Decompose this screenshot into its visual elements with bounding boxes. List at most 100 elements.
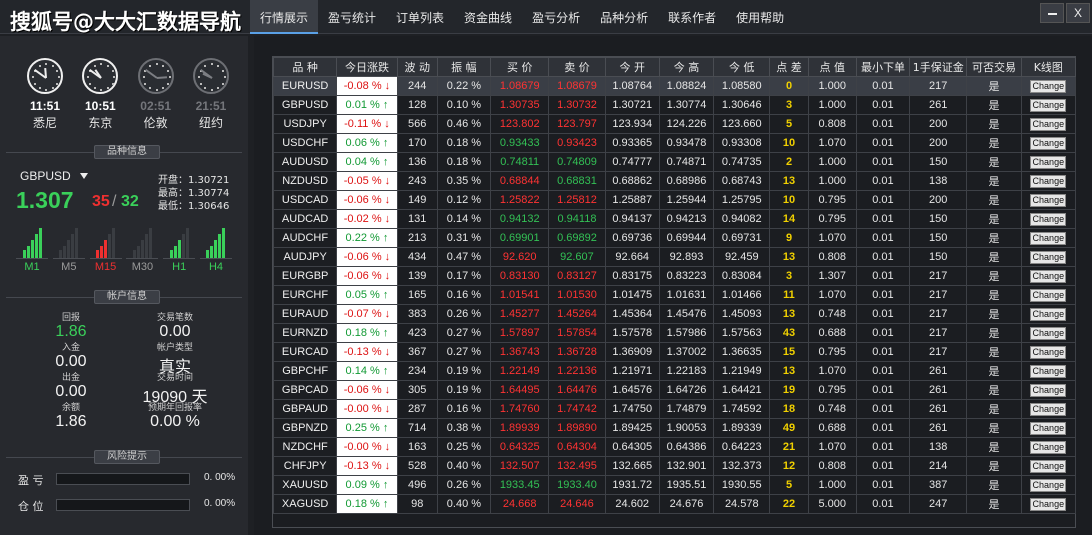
table-row[interactable]: EURAUD -0.07 % ↓ 383 0.26 % 1.45277 1.45264 1.…: [272, 304, 1077, 324]
change-chart-button[interactable]: Change: [1030, 459, 1067, 473]
tradable-cell: 是: [966, 304, 1022, 324]
table-row[interactable]: EURCAD -0.13 % ↓ 367 0.27 % 1.36743 1.36728 1.…: [272, 342, 1077, 362]
table-row[interactable]: AUDJPY -0.06 % ↓ 434 0.47 % 92.620 92.607 92.6…: [272, 247, 1077, 267]
account-stat: 入金 0.00: [16, 340, 126, 371]
table-row[interactable]: GBPCAD -0.06 % ↓ 305 0.19 % 1.64495 1.64476 1.…: [272, 380, 1077, 400]
change-chart-button[interactable]: Change: [1030, 193, 1067, 207]
change-chart-button[interactable]: Change: [1030, 402, 1067, 416]
symbol-cell[interactable]: XAGUSD: [272, 494, 338, 514]
table-row[interactable]: XAUUSD 0.09 % ↑ 496 0.26 % 1933.45 1933.40 193…: [272, 475, 1077, 495]
change-chart-button[interactable]: Change: [1030, 478, 1067, 492]
table-row[interactable]: EURGBP -0.06 % ↓ 139 0.17 % 0.83130 0.83127 0.…: [272, 266, 1077, 286]
min-lot-cell: 0.01: [855, 95, 911, 115]
symbol-cell[interactable]: NZDUSD: [272, 171, 338, 191]
open-cell: 0.83175: [604, 266, 660, 286]
ask-cell: 1.30732: [548, 95, 606, 115]
menu-tab[interactable]: 资金曲线: [454, 0, 522, 34]
table-row[interactable]: NZDUSD -0.05 % ↓ 243 0.35 % 0.68844 0.68831 0.…: [272, 171, 1077, 191]
table-row[interactable]: USDCAD -0.06 % ↓ 149 0.12 % 1.25822 1.25812 1.…: [272, 190, 1077, 210]
symbol-cell[interactable]: AUDJPY: [272, 247, 338, 267]
table-row[interactable]: GBPUSD 0.01 % ↑ 128 0.10 % 1.30735 1.30732 1.3…: [272, 95, 1077, 115]
table-row[interactable]: CHFJPY -0.13 % ↓ 528 0.40 % 132.507 132.495 13…: [272, 456, 1077, 476]
current-symbol[interactable]: GBPUSD: [20, 169, 71, 183]
symbol-dropdown-icon[interactable]: [80, 173, 88, 179]
table-row[interactable]: GBPCHF 0.14 % ↑ 234 0.19 % 1.22149 1.22136 1.2…: [272, 361, 1077, 381]
change-chart-button[interactable]: Change: [1030, 307, 1067, 321]
change-chart-button[interactable]: Change: [1030, 345, 1067, 359]
symbol-cell[interactable]: USDCHF: [272, 133, 338, 153]
symbol-cell[interactable]: EURAUD: [272, 304, 338, 324]
table-row[interactable]: EURNZD 0.18 % ↑ 423 0.27 % 1.57897 1.57854 1.5…: [272, 323, 1077, 343]
menu-tab[interactable]: 品种分析: [590, 0, 658, 34]
high-cell: 1.64726: [658, 380, 715, 400]
change-chart-button[interactable]: Change: [1030, 326, 1067, 340]
table-row[interactable]: NZDCHF -0.00 % ↓ 163 0.25 % 0.64325 0.64304 0.…: [272, 437, 1077, 457]
table-row[interactable]: GBPAUD -0.00 % ↓ 287 0.16 % 1.74760 1.74742 1.…: [272, 399, 1077, 419]
table-row[interactable]: EURUSD -0.08 % ↓ 244 0.22 % 1.08679 1.08679 1.…: [272, 76, 1077, 96]
symbol-cell[interactable]: USDJPY: [272, 114, 338, 134]
menu-tab[interactable]: 行情展示: [250, 0, 319, 34]
min-lot-cell: 0.01: [855, 399, 911, 419]
symbol-cell[interactable]: USDCAD: [272, 190, 338, 210]
menu-tab[interactable]: 盈亏分析: [522, 0, 590, 34]
change-chart-button[interactable]: Change: [1030, 136, 1067, 150]
table-row[interactable]: XAGUSD 0.18 % ↑ 98 0.40 % 24.668 24.646 24.602…: [272, 494, 1077, 514]
symbol-cell[interactable]: AUDCAD: [272, 209, 338, 229]
ask-cell: 1.64476: [548, 380, 606, 400]
change-chart-button[interactable]: Change: [1030, 250, 1067, 264]
change-chart-button[interactable]: Change: [1030, 212, 1067, 226]
change-chart-button[interactable]: Change: [1030, 421, 1067, 435]
menu-tab[interactable]: 盈亏统计: [318, 0, 386, 34]
table-row[interactable]: USDCHF 0.06 % ↑ 170 0.18 % 0.93433 0.93423 0.9…: [272, 133, 1077, 153]
symbol-cell[interactable]: GBPAUD: [272, 399, 338, 419]
bid-cell: 24.668: [490, 494, 550, 514]
change-chart-button[interactable]: Change: [1030, 98, 1067, 112]
symbol-cell[interactable]: GBPCHF: [272, 361, 338, 381]
symbol-cell[interactable]: EURCHF: [272, 285, 338, 305]
symbol-cell[interactable]: CHFJPY: [272, 456, 338, 476]
change-chart-button[interactable]: Change: [1030, 231, 1067, 245]
high-cell: 124.226: [658, 114, 715, 134]
minimize-button[interactable]: [1040, 3, 1064, 23]
change-chart-button[interactable]: Change: [1030, 364, 1067, 378]
symbol-cell[interactable]: EURCAD: [272, 342, 338, 362]
symbol-cell[interactable]: AUDUSD: [272, 152, 338, 172]
symbol-cell[interactable]: EURNZD: [272, 323, 338, 343]
change-chart-button[interactable]: Change: [1030, 383, 1067, 397]
symbol-cell[interactable]: NZDCHF: [272, 437, 338, 457]
ask-cell: 1.57854: [548, 323, 606, 343]
change-chart-button[interactable]: Change: [1030, 117, 1067, 131]
amplitude-cell: 0.46 %: [436, 114, 492, 134]
table-row[interactable]: AUDCAD -0.02 % ↓ 131 0.14 % 0.94132 0.94118 0.…: [272, 209, 1077, 229]
change-chart-button[interactable]: Change: [1030, 269, 1067, 283]
change-chart-button[interactable]: Change: [1030, 497, 1067, 511]
change-chart-button[interactable]: Change: [1030, 174, 1067, 188]
low-cell: 0.74735: [713, 152, 771, 172]
change-cell: 0.18 % ↑: [336, 323, 398, 343]
close-button[interactable]: X: [1066, 3, 1090, 23]
symbol-cell[interactable]: AUDCHF: [272, 228, 338, 248]
symbol-cell[interactable]: GBPNZD: [272, 418, 338, 438]
chart-cell: Change: [1020, 399, 1077, 419]
symbol-cell[interactable]: GBPCAD: [272, 380, 338, 400]
change-chart-button[interactable]: Change: [1030, 155, 1067, 169]
table-row[interactable]: USDJPY -0.11 % ↓ 566 0.46 % 123.802 123.797 12…: [272, 114, 1077, 134]
menu-tab[interactable]: 联系作者: [658, 0, 726, 34]
menu-tab[interactable]: 订单列表: [386, 0, 454, 34]
change-chart-button[interactable]: Change: [1030, 79, 1067, 93]
high-cell: 0.69944: [658, 228, 715, 248]
change-chart-button[interactable]: Change: [1030, 440, 1067, 454]
symbol-cell[interactable]: EURGBP: [272, 266, 338, 286]
change-cell: -0.00 % ↓: [336, 437, 398, 457]
table-row[interactable]: EURCHF 0.05 % ↑ 165 0.16 % 1.01541 1.01530 1.0…: [272, 285, 1077, 305]
symbol-cell[interactable]: EURUSD: [272, 76, 338, 96]
min-lot-cell: 0.01: [855, 209, 911, 229]
table-row[interactable]: GBPNZD 0.25 % ↑ 714 0.38 % 1.89939 1.89890 1.8…: [272, 418, 1077, 438]
price-main: 1.307: [16, 187, 74, 213]
symbol-cell[interactable]: GBPUSD: [272, 95, 338, 115]
menu-tab[interactable]: 使用帮助: [726, 0, 794, 34]
table-row[interactable]: AUDUSD 0.04 % ↑ 136 0.18 % 0.74811 0.74809 0.7…: [272, 152, 1077, 172]
symbol-cell[interactable]: XAUUSD: [272, 475, 338, 495]
change-chart-button[interactable]: Change: [1030, 288, 1067, 302]
table-row[interactable]: AUDCHF 0.22 % ↑ 213 0.31 % 0.69901 0.69892 0.6…: [272, 228, 1077, 248]
